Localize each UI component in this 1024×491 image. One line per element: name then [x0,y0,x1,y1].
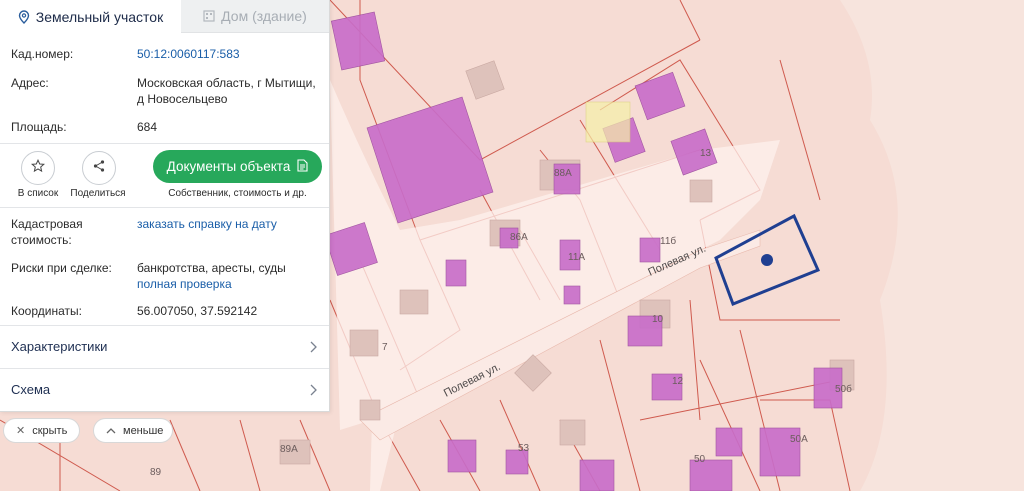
house-number: 11А [568,252,585,263]
star-icon [30,158,46,178]
chevron-right-icon [309,340,317,358]
less-label: меньше [123,424,164,437]
house-number: 53 [518,443,530,454]
divider [0,207,329,208]
coordinates-value: 56.007050, 37.592142 [137,304,258,318]
collapse-panel-button[interactable]: меньше [93,418,173,443]
house-number: 11б [660,235,676,247]
share-button[interactable] [82,151,116,185]
object-info-panel: Земельный участок Дом (здание) Кад.номер… [0,0,330,412]
address-value: Московская область, г Мытищи, д Новосель… [137,76,316,106]
share-label: Поделиться [70,188,126,199]
tab-building-label: Дом (здание) [221,8,307,24]
plot-marker[interactable] [761,254,773,266]
panel-tabs: Земельный участок Дом (здание) [0,0,329,33]
field-label: Кад.номер: [11,47,74,61]
hide-label: скрыть [32,424,68,437]
section-title: Характеристики [11,339,108,354]
highlighted-plot [585,101,631,143]
chevron-up-icon [106,425,116,437]
divider [0,143,329,144]
house-number: 10 [652,314,664,325]
map-pin-icon [18,9,30,24]
risks-text: банкротства, аресты, суды [137,261,286,275]
section-title: Схема [11,382,51,397]
share-icon [92,159,106,178]
chevron-right-icon [309,383,317,401]
house-number: 12 [672,376,684,387]
add-to-list-label: В список [17,188,59,199]
close-icon: ✕ [16,425,26,437]
field-label: Координаты: [11,304,82,318]
docs-button-label: Документы объекта [166,159,291,174]
docs-caption: Собственник, стоимость и др. [168,188,307,199]
field-label: Адрес: [11,76,49,90]
building-icon [203,10,215,22]
area-value: 684 [137,120,158,134]
house-number: 50б [835,383,852,395]
tab-land-plot[interactable]: Земельный участок [0,0,181,33]
risks-value: банкротства, аресты, суды полная проверк… [137,260,319,292]
house-number: 89А [280,444,298,455]
tab-building[interactable]: Дом (здание) [181,0,329,33]
house-number: 50 [694,454,706,465]
house-number: 7 [382,342,388,353]
field-label: Кадастровая стоимость: [11,217,83,247]
order-certificate-link[interactable]: заказать справку на дату [137,216,319,232]
object-documents-button[interactable]: Документы объекта [153,150,322,183]
house-number: 13 [700,148,712,159]
cadastral-number-link[interactable]: 50:12:0060117:583 [137,46,319,62]
house-number: 88А [554,168,572,179]
hide-panel-button[interactable]: ✕ скрыть [3,418,80,443]
add-to-list-button[interactable] [21,151,55,185]
scheme-section[interactable]: Схема [0,369,329,411]
characteristics-section[interactable]: Характеристики [0,326,329,368]
full-check-link[interactable]: полная проверка [137,276,319,292]
document-icon [297,158,308,175]
field-label: Риски при сделке: [11,261,112,275]
tab-land-plot-label: Земельный участок [35,8,164,25]
house-number: 50А [790,434,808,445]
field-label: Площадь: [11,120,67,134]
house-number: 89 [150,467,162,478]
house-number: 86А [510,232,528,243]
